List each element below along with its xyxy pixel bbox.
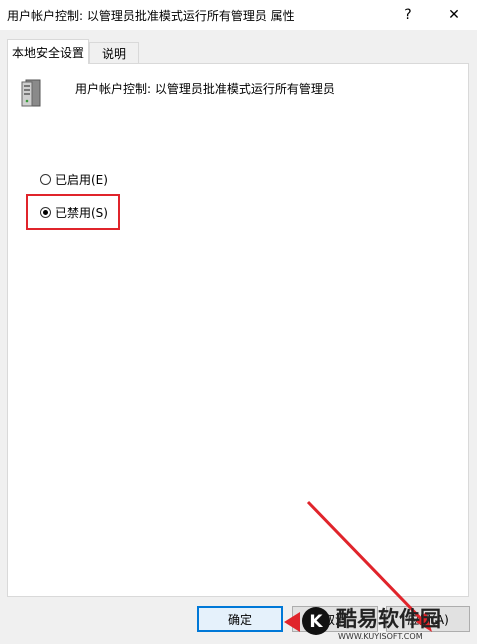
help-button[interactable]: ? [385,0,431,30]
help-icon: ? [404,7,412,23]
cancel-button[interactable]: 取消 [292,606,378,632]
window-title: 用户帐户控制: 以管理员批准模式运行所有管理员 属性 [7,9,295,23]
radio-enabled[interactable]: 已启用(E) [40,170,108,188]
title-bar: 用户帐户控制: 以管理员批准模式运行所有管理员 属性 ? ✕ [0,0,477,30]
annotation-highlight-box [26,194,120,230]
tab-panel: 用户帐户控制: 以管理员批准模式运行所有管理员 已启用(E) 已禁用(S) [7,63,469,597]
properties-dialog: 用户帐户控制: 以管理员批准模式运行所有管理员 属性 ? ✕ 本地安全设置 说明… [0,0,477,644]
tab-explain[interactable]: 说明 [89,42,139,63]
close-button[interactable]: ✕ [431,0,477,30]
apply-button[interactable]: 应用(A) [386,606,470,632]
policy-title: 用户帐户控制: 以管理员批准模式运行所有管理员 [75,82,335,96]
close-icon: ✕ [448,7,460,23]
tab-local-security-setting[interactable]: 本地安全设置 [7,39,89,64]
radio-enabled-indicator[interactable] [40,173,51,185]
watermark-url: WWW.KUYISOFT.COM [338,632,423,641]
ok-button[interactable]: 确定 [197,606,283,632]
radio-enabled-label: 已启用(E) [55,172,108,187]
server-icon [21,79,41,107]
